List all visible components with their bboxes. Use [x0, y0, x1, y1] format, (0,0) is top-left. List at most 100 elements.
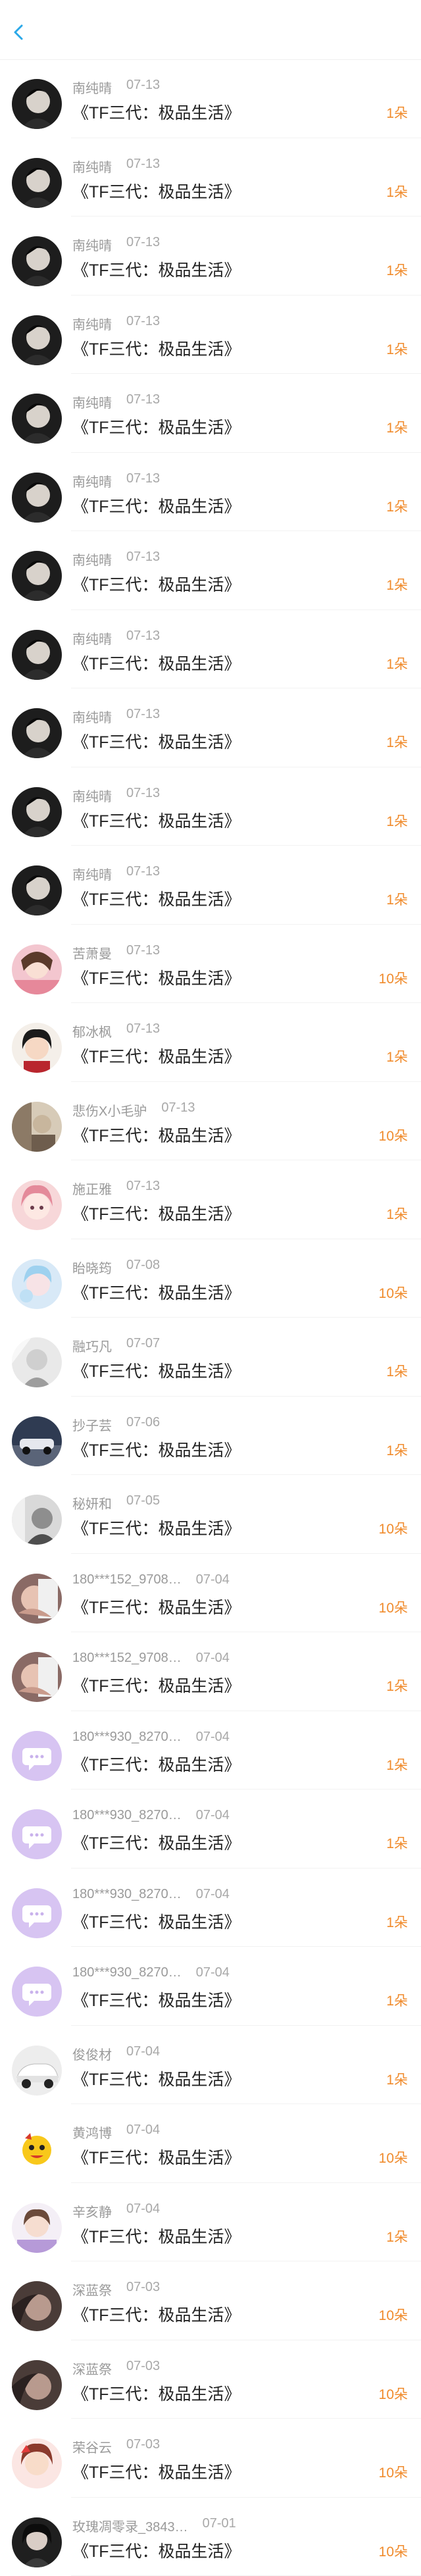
gift-amount: 1朵 — [386, 889, 408, 909]
item-meta: 南纯晴07-13 — [72, 392, 160, 411]
avatar[interactable] — [12, 2517, 62, 2567]
list-item[interactable]: 南纯晴07-13《TF三代：极品生活》1朵 — [0, 767, 421, 846]
book-title: 《TF三代：极品生活》 — [72, 1830, 241, 1854]
gift-amount: 10朵 — [379, 1518, 408, 1538]
avatar[interactable] — [12, 236, 62, 286]
item-date: 07-06 — [126, 1415, 160, 1430]
list-item[interactable]: 荣谷云07-03《TF三代：极品生活》10朵 — [0, 2419, 421, 2498]
list-item[interactable]: 南纯晴07-13《TF三代：极品生活》1朵 — [0, 59, 421, 138]
list-item[interactable]: 秘妍和07-05《TF三代：极品生活》10朵 — [0, 1475, 421, 1554]
item-meta: 南纯晴07-13 — [72, 629, 160, 648]
avatar[interactable] — [12, 158, 62, 208]
list-item[interactable]: 180***930_8270…07-04《TF三代：极品生活》1朵 — [0, 1868, 421, 1947]
avatar[interactable] — [12, 708, 62, 758]
list-item[interactable]: 郁冰枫07-13《TF三代：极品生活》1朵 — [0, 1003, 421, 1082]
list-item[interactable]: 深蓝祭07-03《TF三代：极品生活》10朵 — [0, 2261, 421, 2340]
list-item[interactable]: 180***930_8270…07-04 《TF三代：极品生活》 1朵 — [0, 1790, 421, 1868]
book-title: 《TF三代：极品生活》 — [72, 808, 241, 832]
list-item[interactable]: 抄子芸07-06《TF三代：极品生活》1朵 — [0, 1397, 421, 1476]
avatar[interactable] — [12, 2438, 62, 2488]
item-date: 07-03 — [126, 2359, 160, 2373]
item-date: 07-04 — [126, 2123, 160, 2137]
item-date: 07-05 — [126, 1493, 160, 1508]
list-item[interactable]: 俊俊材07-04《TF三代：极品生活》1朵 — [0, 2026, 421, 2105]
avatar[interactable] — [12, 1180, 62, 1230]
avatar[interactable] — [12, 1574, 62, 1624]
user-name: 俊俊材 — [72, 2044, 112, 2063]
avatar[interactable] — [12, 1652, 62, 1702]
list-item[interactable]: 施正雅07-13《TF三代：极品生活》1朵 — [0, 1160, 421, 1239]
book-title: 《TF三代：极品生活》 — [72, 2067, 241, 2090]
avatar[interactable] — [12, 1495, 62, 1545]
list-item[interactable]: 180***152_9708…07-04《TF三代：极品生活》10朵 — [0, 1554, 421, 1633]
list-item[interactable]: 悲伤X小毛驴07-13《TF三代：极品生活》10朵 — [0, 1082, 421, 1161]
list-item[interactable]: 180***152_9708…07-04《TF三代：极品生活》1朵 — [0, 1632, 421, 1711]
list-item[interactable]: 南纯晴07-13《TF三代：极品生活》1朵 — [0, 374, 421, 453]
avatar[interactable] — [12, 1888, 62, 1938]
item-meta: 180***930_8270…07-04 — [72, 1965, 230, 1980]
avatar[interactable] — [12, 2281, 62, 2331]
list-item[interactable]: 南纯晴07-13《TF三代：极品生活》1朵 — [0, 531, 421, 610]
book-title: 《TF三代：极品生活》 — [72, 2224, 241, 2248]
book-title: 《TF三代：极品生活》 — [72, 257, 241, 281]
list-item[interactable]: 180***930_8270…07-04《TF三代：极品生活》1朵 — [0, 1711, 421, 1790]
user-name: 荣谷云 — [72, 2437, 112, 2456]
list-item[interactable]: 南纯晴07-13《TF三代：极品生活》1朵 — [0, 217, 421, 296]
list-item[interactable]: 南纯晴07-13《TF三代：极品生活》1朵 — [0, 688, 421, 767]
item-date: 07-04 — [126, 2044, 160, 2059]
avatar[interactable] — [12, 1967, 62, 2017]
avatar[interactable] — [12, 315, 62, 365]
avatar[interactable] — [12, 2203, 62, 2253]
item-date: 07-13 — [126, 157, 160, 171]
list-item[interactable]: 南纯晴07-13《TF三代：极品生活》1朵 — [0, 453, 421, 532]
avatar[interactable] — [12, 1416, 62, 1466]
avatar[interactable] — [12, 787, 62, 837]
item-meta: 悲伤X小毛驴07-13 — [72, 1100, 195, 1120]
list-item[interactable]: 南纯晴07-13《TF三代：极品生活》1朵 — [0, 846, 421, 925]
user-name: 秘妍和 — [72, 1493, 112, 1512]
list-item[interactable]: 南纯晴07-13《TF三代：极品生活》1朵 — [0, 296, 421, 374]
avatar[interactable] — [12, 473, 62, 523]
avatar[interactable] — [12, 2124, 62, 2174]
avatar[interactable] — [12, 394, 62, 444]
list-item[interactable]: 辛亥静07-04《TF三代：极品生活》1朵 — [0, 2183, 421, 2262]
item-meta: 180***930_8270…07-04 — [72, 1808, 230, 1823]
avatar[interactable] — [12, 1023, 62, 1073]
gift-amount: 1朵 — [386, 1833, 408, 1853]
book-title: 《TF三代：极品生活》 — [72, 1437, 241, 1461]
gift-amount: 10朵 — [379, 968, 408, 988]
list-item[interactable]: 南纯晴07-13《TF三代：极品生活》1朵 — [0, 138, 421, 217]
avatar[interactable] — [12, 79, 62, 129]
chevron-left-icon[interactable] — [9, 22, 29, 42]
avatar[interactable] — [12, 1731, 62, 1781]
book-title: 《TF三代：极品生活》 — [72, 415, 241, 438]
item-meta: 眙晓筠07-08 — [72, 1258, 160, 1277]
list-item[interactable]: 南纯晴07-13《TF三代：极品生活》1朵 — [0, 610, 421, 689]
list-item[interactable]: 180***930_8270…07-04《TF三代：极品生活》1朵 — [0, 1947, 421, 2026]
list-item[interactable]: 黄鸿博07-04《TF三代：极品生活》10朵 — [0, 2104, 421, 2183]
avatar[interactable] — [12, 1102, 62, 1152]
gift-amount: 1朵 — [386, 1204, 408, 1224]
avatar[interactable] — [12, 1337, 62, 1387]
avatar[interactable] — [12, 2360, 62, 2410]
avatar[interactable] — [12, 1809, 62, 1859]
avatar[interactable] — [12, 551, 62, 601]
user-name: 南纯晴 — [72, 314, 112, 333]
list-item[interactable]: 深蓝祭07-03《TF三代：极品生活》10朵 — [0, 2340, 421, 2419]
book-title: 《TF三代：极品生活》 — [72, 729, 241, 753]
avatar[interactable] — [12, 1259, 62, 1309]
list-item[interactable]: 融巧凡07-07《TF三代：极品生活》1朵 — [0, 1318, 421, 1397]
avatar[interactable] — [12, 630, 62, 680]
avatar[interactable] — [12, 2046, 62, 2096]
list-item[interactable]: 玫瑰凋零录_3843…07-01《TF三代：极品生活》10朵 — [0, 2498, 421, 2576]
list-item[interactable]: 苦萧曼07-13《TF三代：极品生活》10朵 — [0, 925, 421, 1004]
avatar[interactable] — [12, 865, 62, 915]
book-title: 《TF三代：极品生活》 — [72, 494, 241, 517]
list-item[interactable]: 眙晓筠07-08《TF三代：极品生活》10朵 — [0, 1239, 421, 1318]
user-name: 玫瑰凋零录_3843… — [72, 2516, 188, 2535]
item-date: 07-13 — [126, 864, 160, 879]
avatar[interactable] — [12, 944, 62, 994]
user-name: 悲伤X小毛驴 — [72, 1100, 147, 1120]
user-name: 辛亥静 — [72, 2202, 112, 2221]
book-title: 《TF三代：极品生活》 — [72, 1595, 241, 1618]
